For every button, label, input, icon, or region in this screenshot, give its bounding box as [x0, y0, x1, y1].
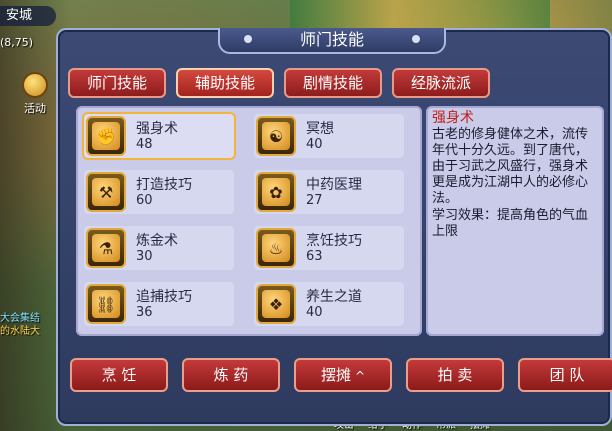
cooking-icon: ♨ [256, 228, 296, 268]
skill-name: 冥想 [306, 121, 334, 137]
activity-button[interactable]: 活动 [18, 72, 52, 116]
meditation-icon: ☯ [256, 116, 296, 156]
coordinates-label: (8,75) [0, 36, 34, 49]
herb-icon: ✿ [256, 172, 296, 212]
cooking-button[interactable]: 烹 饪 [70, 358, 168, 392]
chevron-up-icon: ^ [354, 369, 366, 383]
skill-description-panel: 强身术 古老的修身健体之术，流传年代十分久远。到了唐代，由于习武之风盛行，强身术… [426, 106, 604, 336]
skill-name: 打造技巧 [136, 177, 192, 193]
title-ornament-icon [244, 35, 252, 43]
chat-line: 大会集结 [0, 313, 40, 324]
skill-name: 养生之道 [306, 289, 362, 305]
skill-level: 60 [136, 193, 153, 208]
dialog-title-bar: 师门技能 [218, 28, 446, 54]
skill-level: 48 [136, 137, 153, 152]
tab-meridian-school[interactable]: 经脉流派 [392, 68, 490, 98]
skill-tabs: 师门技能 辅助技能 剧情技能 经脉流派 [68, 68, 490, 98]
skill-name: 烹饪技巧 [306, 233, 362, 249]
skill-level: 63 [306, 249, 323, 264]
tab-support-skills[interactable]: 辅助技能 [176, 68, 274, 98]
description-body: 古老的修身健体之术，流传年代十分久远。到了唐代，由于习武之风盛行，强身术更是成为… [432, 127, 589, 206]
skill-item-cooking[interactable]: ♨ 烹饪技巧 63 [254, 226, 404, 270]
scene-decoration [290, 0, 550, 28]
chat-snippet: 大会集结 的水陆大 [0, 312, 58, 338]
tab-sect-skills[interactable]: 师门技能 [68, 68, 166, 98]
refine-medicine-button[interactable]: 炼 药 [182, 358, 280, 392]
activity-icon [22, 72, 48, 98]
skill-item-meditation[interactable]: ☯ 冥想 40 [254, 114, 404, 158]
description-effect: 学习效果：提高角色的气血上限 [432, 208, 589, 239]
skill-name: 追捕技巧 [136, 289, 192, 305]
skill-level: 40 [306, 137, 323, 152]
set-up-stall-button[interactable]: 摆摊 ^ [294, 358, 392, 392]
stall-label: 摆摊 [320, 366, 351, 384]
chat-line: 的水陆大 [0, 326, 40, 337]
health-icon: ❖ [256, 284, 296, 324]
hunting-icon: ⛓ [86, 284, 126, 324]
action-buttons: 烹 饪 炼 药 摆摊 ^ 拍 卖 团 队 [70, 358, 612, 392]
skills-list-panel: ✊ 强身术 48 ☯ 冥想 40 ⚒ 打造技巧 60 ✿ 中药医理 27 ⚗ 炼… [76, 106, 422, 336]
skill-item-herbal-medicine[interactable]: ✿ 中药医理 27 [254, 170, 404, 214]
tab-story-skills[interactable]: 剧情技能 [284, 68, 382, 98]
alchemy-icon: ⚗ [86, 228, 126, 268]
dialog-title: 师门技能 [299, 30, 364, 49]
skill-level: 40 [306, 305, 323, 320]
description-title: 强身术 [432, 110, 474, 126]
auction-button[interactable]: 拍 卖 [406, 358, 504, 392]
skill-item-alchemy[interactable]: ⚗ 炼金术 30 [84, 226, 234, 270]
skill-level: 27 [306, 193, 323, 208]
skill-level: 36 [136, 305, 153, 320]
skill-item-health-cultivation[interactable]: ❖ 养生之道 40 [254, 282, 404, 326]
skill-name: 强身术 [136, 121, 178, 137]
forging-icon: ⚒ [86, 172, 126, 212]
city-name-label: 安城 [0, 6, 56, 26]
skill-name: 炼金术 [136, 233, 178, 249]
skill-name: 中药医理 [306, 177, 362, 193]
team-button[interactable]: 团 队 [518, 358, 612, 392]
title-ornament-icon [412, 35, 420, 43]
skill-item-hunting[interactable]: ⛓ 追捕技巧 36 [84, 282, 234, 326]
skill-item-forging[interactable]: ⚒ 打造技巧 60 [84, 170, 234, 214]
activity-label: 活动 [24, 102, 46, 115]
sect-skills-dialog: 师门技能 师门技能 辅助技能 剧情技能 经脉流派 ✊ 强身术 48 ☯ 冥想 4… [56, 28, 612, 426]
strength-icon: ✊ [86, 116, 126, 156]
skill-item-strength[interactable]: ✊ 强身术 48 [84, 114, 234, 158]
skill-level: 30 [136, 249, 153, 264]
